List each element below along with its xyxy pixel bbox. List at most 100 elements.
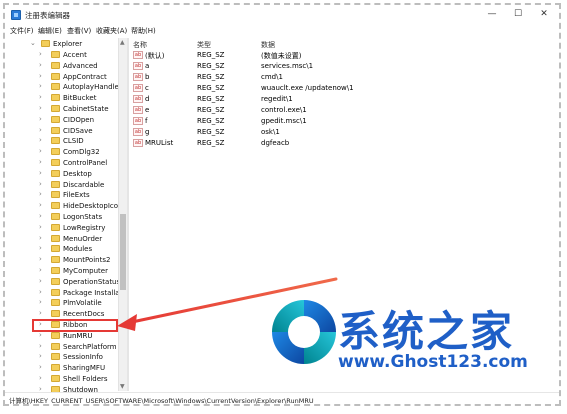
tree-item[interactable]: › PlmVolatile: [5, 298, 118, 308]
menu-file[interactable]: 文件(F): [10, 26, 34, 36]
chevron-right-icon[interactable]: ›: [39, 126, 42, 134]
chevron-right-icon[interactable]: ›: [39, 169, 42, 177]
tree-item[interactable]: › FileExts: [5, 190, 118, 200]
tree-item[interactable]: › SessionInfo: [5, 352, 118, 362]
tree-item[interactable]: › MyComputer: [5, 266, 118, 276]
chevron-right-icon[interactable]: ›: [39, 352, 42, 360]
folder-icon: [51, 83, 60, 91]
tree-item[interactable]: › RunMRU: [5, 331, 118, 341]
tree-item[interactable]: › Advanced: [5, 61, 118, 71]
value-row[interactable]: ab e REG_SZ control.exe\1: [129, 105, 559, 116]
chevron-right-icon[interactable]: ›: [39, 104, 42, 112]
chevron-right-icon[interactable]: ›: [39, 136, 42, 144]
scroll-up-icon[interactable]: ▲: [120, 39, 125, 46]
column-header-data[interactable]: 数据: [261, 40, 275, 50]
chevron-right-icon[interactable]: ›: [39, 61, 42, 69]
column-header-type[interactable]: 类型: [197, 40, 211, 50]
tree-item[interactable]: › LogonStats: [5, 212, 118, 222]
tree-item[interactable]: › LowRegistry: [5, 223, 118, 233]
tree-item[interactable]: › SharingMFU: [5, 363, 118, 373]
tree-item[interactable]: › Shell Folders: [5, 374, 118, 384]
tree-item[interactable]: › Modules: [5, 244, 118, 254]
tree-item[interactable]: › CIDOpen: [5, 115, 118, 125]
value-row[interactable]: ab MRUList REG_SZ dgfeacb: [129, 138, 559, 149]
menu-help[interactable]: 帮助(H): [131, 26, 156, 36]
chevron-down-icon[interactable]: ⌄: [30, 39, 36, 47]
tree-item[interactable]: › Desktop: [5, 169, 118, 179]
tree-item-label: BitBucket: [63, 94, 97, 103]
chevron-right-icon[interactable]: ›: [39, 288, 42, 296]
value-row[interactable]: ab a REG_SZ services.msc\1: [129, 61, 559, 72]
chevron-right-icon[interactable]: ›: [39, 266, 42, 274]
chevron-right-icon[interactable]: ›: [39, 309, 42, 317]
chevron-right-icon[interactable]: ›: [39, 342, 42, 350]
value-row[interactable]: ab f REG_SZ gpedit.msc\1: [129, 116, 559, 127]
value-type: REG_SZ: [197, 62, 225, 70]
value-data: cmd\1: [261, 73, 283, 81]
chevron-right-icon[interactable]: ›: [39, 244, 42, 252]
string-value-icon: ab: [133, 128, 143, 136]
minimize-button[interactable]: —: [481, 7, 503, 21]
tree-item[interactable]: › AppContract: [5, 72, 118, 82]
folder-icon: [51, 288, 60, 296]
tree-item-label: Discardable: [63, 180, 105, 189]
scroll-thumb[interactable]: [120, 214, 126, 290]
tree-item[interactable]: › ControlPanel: [5, 158, 118, 168]
tree-item[interactable]: › RecentDocs: [5, 309, 118, 319]
chevron-right-icon[interactable]: ›: [39, 363, 42, 371]
tree-item[interactable]: › OperationStatusM: [5, 277, 126, 287]
chevron-right-icon[interactable]: ›: [39, 115, 42, 123]
chevron-right-icon[interactable]: ›: [39, 82, 42, 90]
chevron-right-icon[interactable]: ›: [39, 255, 42, 263]
value-type: REG_SZ: [197, 73, 225, 81]
menu-edit[interactable]: 编辑(E): [38, 26, 62, 36]
chevron-right-icon[interactable]: ›: [39, 298, 42, 306]
menu-favorites[interactable]: 收藏夹(A): [96, 26, 127, 36]
chevron-right-icon[interactable]: ›: [39, 374, 42, 382]
column-header-name[interactable]: 名称: [133, 40, 147, 50]
chevron-right-icon[interactable]: ›: [39, 234, 42, 242]
tree-item-explorer[interactable]: ⌄ Explorer: [5, 39, 118, 49]
tree-item[interactable]: › BitBucket: [5, 93, 118, 103]
menu-view[interactable]: 查看(V): [67, 26, 91, 36]
folder-icon: [51, 61, 60, 69]
string-value-icon: ab: [133, 62, 143, 70]
value-row[interactable]: ab b REG_SZ cmd\1: [129, 72, 559, 83]
tree-item[interactable]: › Discardable: [5, 180, 118, 190]
tree-item-label: SessionInfo: [63, 353, 103, 362]
tree-item-label: OperationStatusM: [63, 277, 127, 286]
tree-item[interactable]: › CIDSave: [5, 126, 118, 136]
tree-item[interactable]: › Accent: [5, 50, 118, 60]
value-row[interactable]: ab d REG_SZ regedit\1: [129, 94, 559, 105]
chevron-right-icon[interactable]: ›: [39, 93, 42, 101]
value-row[interactable]: ab g REG_SZ osk\1: [129, 127, 559, 138]
tree-item[interactable]: › Package Installati: [5, 288, 124, 298]
tree-item[interactable]: › MountPoints2: [5, 255, 118, 265]
chevron-right-icon[interactable]: ›: [39, 277, 42, 285]
tree-item[interactable]: › ComDlg32: [5, 147, 118, 157]
menu-bar: 文件(F) 编辑(E) 查看(V) 收藏夹(A) 帮助(H): [5, 25, 559, 37]
close-button[interactable]: ✕: [533, 7, 555, 21]
chevron-right-icon[interactable]: ›: [39, 180, 42, 188]
tree-scrollbar[interactable]: ▲ ▼: [118, 38, 127, 391]
scroll-down-icon[interactable]: ▼: [120, 383, 125, 390]
value-row[interactable]: ab (默认) REG_SZ (数值未设置): [129, 50, 559, 61]
registry-tree: ⌄ Explorer › Accent › Advanced › AppContract ›…: [5, 38, 127, 394]
chevron-right-icon[interactable]: ›: [39, 147, 42, 155]
chevron-right-icon[interactable]: ›: [39, 201, 42, 209]
value-row[interactable]: ab c REG_SZ wuauclt.exe /updatenow\1: [129, 83, 559, 94]
chevron-right-icon[interactable]: ›: [39, 212, 42, 220]
chevron-right-icon[interactable]: ›: [39, 223, 42, 231]
tree-item[interactable]: › SearchPlatform: [5, 342, 118, 352]
maximize-button[interactable]: ☐: [507, 7, 529, 21]
chevron-right-icon[interactable]: ›: [39, 72, 42, 80]
chevron-right-icon[interactable]: ›: [39, 190, 42, 198]
tree-item[interactable]: › CLSID: [5, 136, 118, 146]
tree-item[interactable]: › HideDesktopIcons: [5, 201, 126, 211]
tree-item-label: Desktop: [63, 169, 92, 178]
tree-item[interactable]: › MenuOrder: [5, 234, 118, 244]
tree-item[interactable]: › AutoplayHandlers: [5, 82, 125, 92]
tree-item[interactable]: › CabinetState: [5, 104, 118, 114]
chevron-right-icon[interactable]: ›: [39, 50, 42, 58]
chevron-right-icon[interactable]: ›: [39, 158, 42, 166]
